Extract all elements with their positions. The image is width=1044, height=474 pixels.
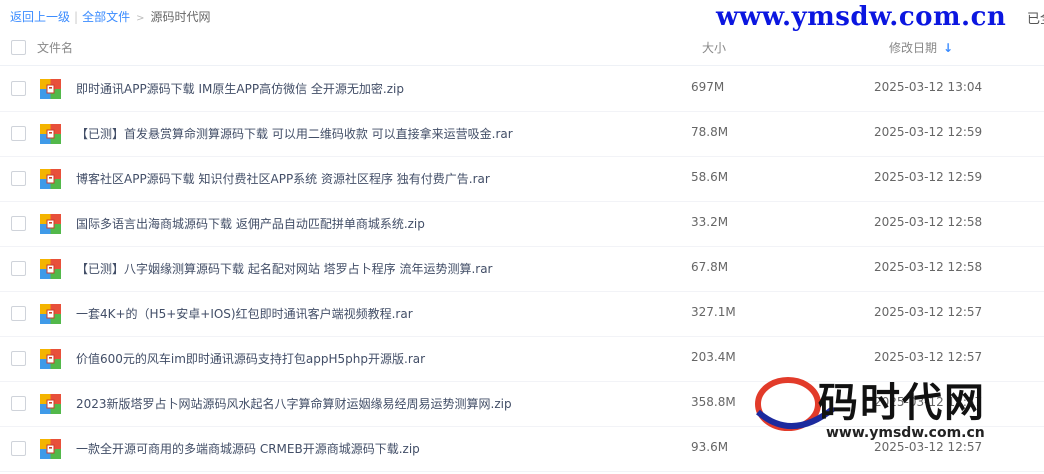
- breadcrumb: 返回上一级 | 全部文件 > 源码时代网: [10, 8, 210, 25]
- file-name-link[interactable]: 一款全开源可商用的多端商城源码 CRMEB开源商城源码下载.zip: [76, 440, 420, 457]
- file-row[interactable]: 一套4K+的（H5+安卓+IOS)红包即时通讯客户端视频教程.rar 327.1M…: [0, 291, 1044, 337]
- file-list-header: 文件名 大小 修改日期 ↓: [0, 30, 1044, 66]
- column-header-date-label: 修改日期: [889, 41, 938, 55]
- archive-file-icon: [40, 124, 61, 144]
- archive-file-icon: [40, 214, 61, 234]
- file-modified-date: 2025-03-12 12:58: [874, 215, 983, 229]
- sort-desc-icon[interactable]: ↓: [943, 41, 953, 55]
- file-modified-date: 2025-03-12 12:59: [874, 170, 983, 184]
- column-header-size[interactable]: 大小: [702, 39, 726, 56]
- archive-file-icon: [40, 169, 61, 189]
- column-header-date[interactable]: 修改日期 ↓: [889, 39, 953, 56]
- watermark-url-top: www.ymsdw.com.cn: [716, 2, 1007, 32]
- all-files-link[interactable]: 全部文件: [82, 10, 130, 24]
- select-all-checkbox[interactable]: [11, 40, 26, 55]
- file-modified-date: 2025-03-12 12:57: [874, 350, 983, 364]
- file-size: 93.6M: [691, 440, 729, 454]
- file-name-link[interactable]: 博客社区APP源码下载 知识付费社区APP系统 资源社区程序 独有付费广告.ra…: [76, 170, 490, 187]
- archive-file-icon: [40, 439, 61, 459]
- archive-file-icon: [40, 349, 61, 369]
- file-row[interactable]: 【已测】八字姻缘测算源码下载 起名配对网站 塔罗占卜程序 流年运势测算.rar 6…: [0, 246, 1044, 292]
- file-modified-date: 2025-03-12 12:59: [874, 125, 983, 139]
- file-name-link[interactable]: 价值600元的风车im即时通讯源码支持打包appH5php开源版.rar: [76, 350, 425, 367]
- file-size: 33.2M: [691, 215, 729, 229]
- file-modified-date: 2025-03-12 12:58: [874, 260, 983, 274]
- truncated-text: 已全: [1027, 12, 1044, 27]
- file-name-link[interactable]: 即时通讯APP源码下载 IM原生APP高仿微信 全开源无加密.zip: [76, 80, 404, 97]
- row-checkbox[interactable]: [11, 126, 26, 141]
- breadcrumb-divider: |: [74, 10, 79, 24]
- row-checkbox[interactable]: [11, 351, 26, 366]
- watermark-url-bottom: www.ymsdw.com.cn: [826, 425, 985, 441]
- file-size: 358.8M: [691, 395, 736, 409]
- file-name-link[interactable]: 国际多语言出海商城源码下载 返佣产品自动匹配拼单商城系统.zip: [76, 215, 425, 232]
- file-size: 327.1M: [691, 305, 736, 319]
- file-name-link[interactable]: 【已测】八字姻缘测算源码下载 起名配对网站 塔罗占卜程序 流年运势测算.rar: [76, 260, 492, 277]
- back-link[interactable]: 返回上一级: [10, 10, 70, 24]
- archive-file-icon: [40, 259, 61, 279]
- watermark-logo-text: 码时代网: [818, 379, 986, 426]
- archive-file-icon: [40, 304, 61, 324]
- file-name-link[interactable]: 2023新版塔罗占卜网站源码风水起名八字算命算财运姻缘易经周易运势测算网.zip: [76, 395, 512, 412]
- row-checkbox[interactable]: [11, 81, 26, 96]
- file-row[interactable]: 国际多语言出海商城源码下载 返佣产品自动匹配拼单商城系统.zip 33.2M 202…: [0, 201, 1044, 247]
- row-checkbox[interactable]: [11, 171, 26, 186]
- breadcrumb-arrow-icon: >: [136, 13, 145, 24]
- file-row[interactable]: 即时通讯APP源码下载 IM原生APP高仿微信 全开源无加密.zip 697M 20…: [0, 66, 1044, 112]
- row-checkbox[interactable]: [11, 216, 26, 231]
- file-modified-date: 2025-03-12 12:57: [874, 305, 983, 319]
- file-row[interactable]: 博客社区APP源码下载 知识付费社区APP系统 资源社区程序 独有付费广告.ra…: [0, 156, 1044, 202]
- file-size: 203.4M: [691, 350, 736, 364]
- file-name-link[interactable]: 【已测】首发悬赏算命测算源码下载 可以用二维码收款 可以直接拿来运营吸金.rar: [76, 125, 513, 142]
- archive-file-icon: [40, 394, 61, 414]
- row-checkbox[interactable]: [11, 261, 26, 276]
- row-checkbox[interactable]: [11, 306, 26, 321]
- file-size: 58.6M: [691, 170, 729, 184]
- row-checkbox[interactable]: [11, 441, 26, 456]
- file-size: 67.8M: [691, 260, 729, 274]
- file-name-link[interactable]: 一套4K+的（H5+安卓+IOS)红包即时通讯客户端视频教程.rar: [76, 305, 413, 322]
- file-size: 78.8M: [691, 125, 729, 139]
- row-checkbox[interactable]: [11, 396, 26, 411]
- column-header-name[interactable]: 文件名: [37, 39, 73, 56]
- archive-file-icon: [40, 79, 61, 99]
- file-size: 697M: [691, 80, 725, 94]
- file-modified-date: 2025-03-12 13:04: [874, 80, 983, 94]
- breadcrumb-current: 源码时代网: [150, 10, 211, 24]
- file-row[interactable]: 【已测】首发悬赏算命测算源码下载 可以用二维码收款 可以直接拿来运营吸金.rar…: [0, 111, 1044, 157]
